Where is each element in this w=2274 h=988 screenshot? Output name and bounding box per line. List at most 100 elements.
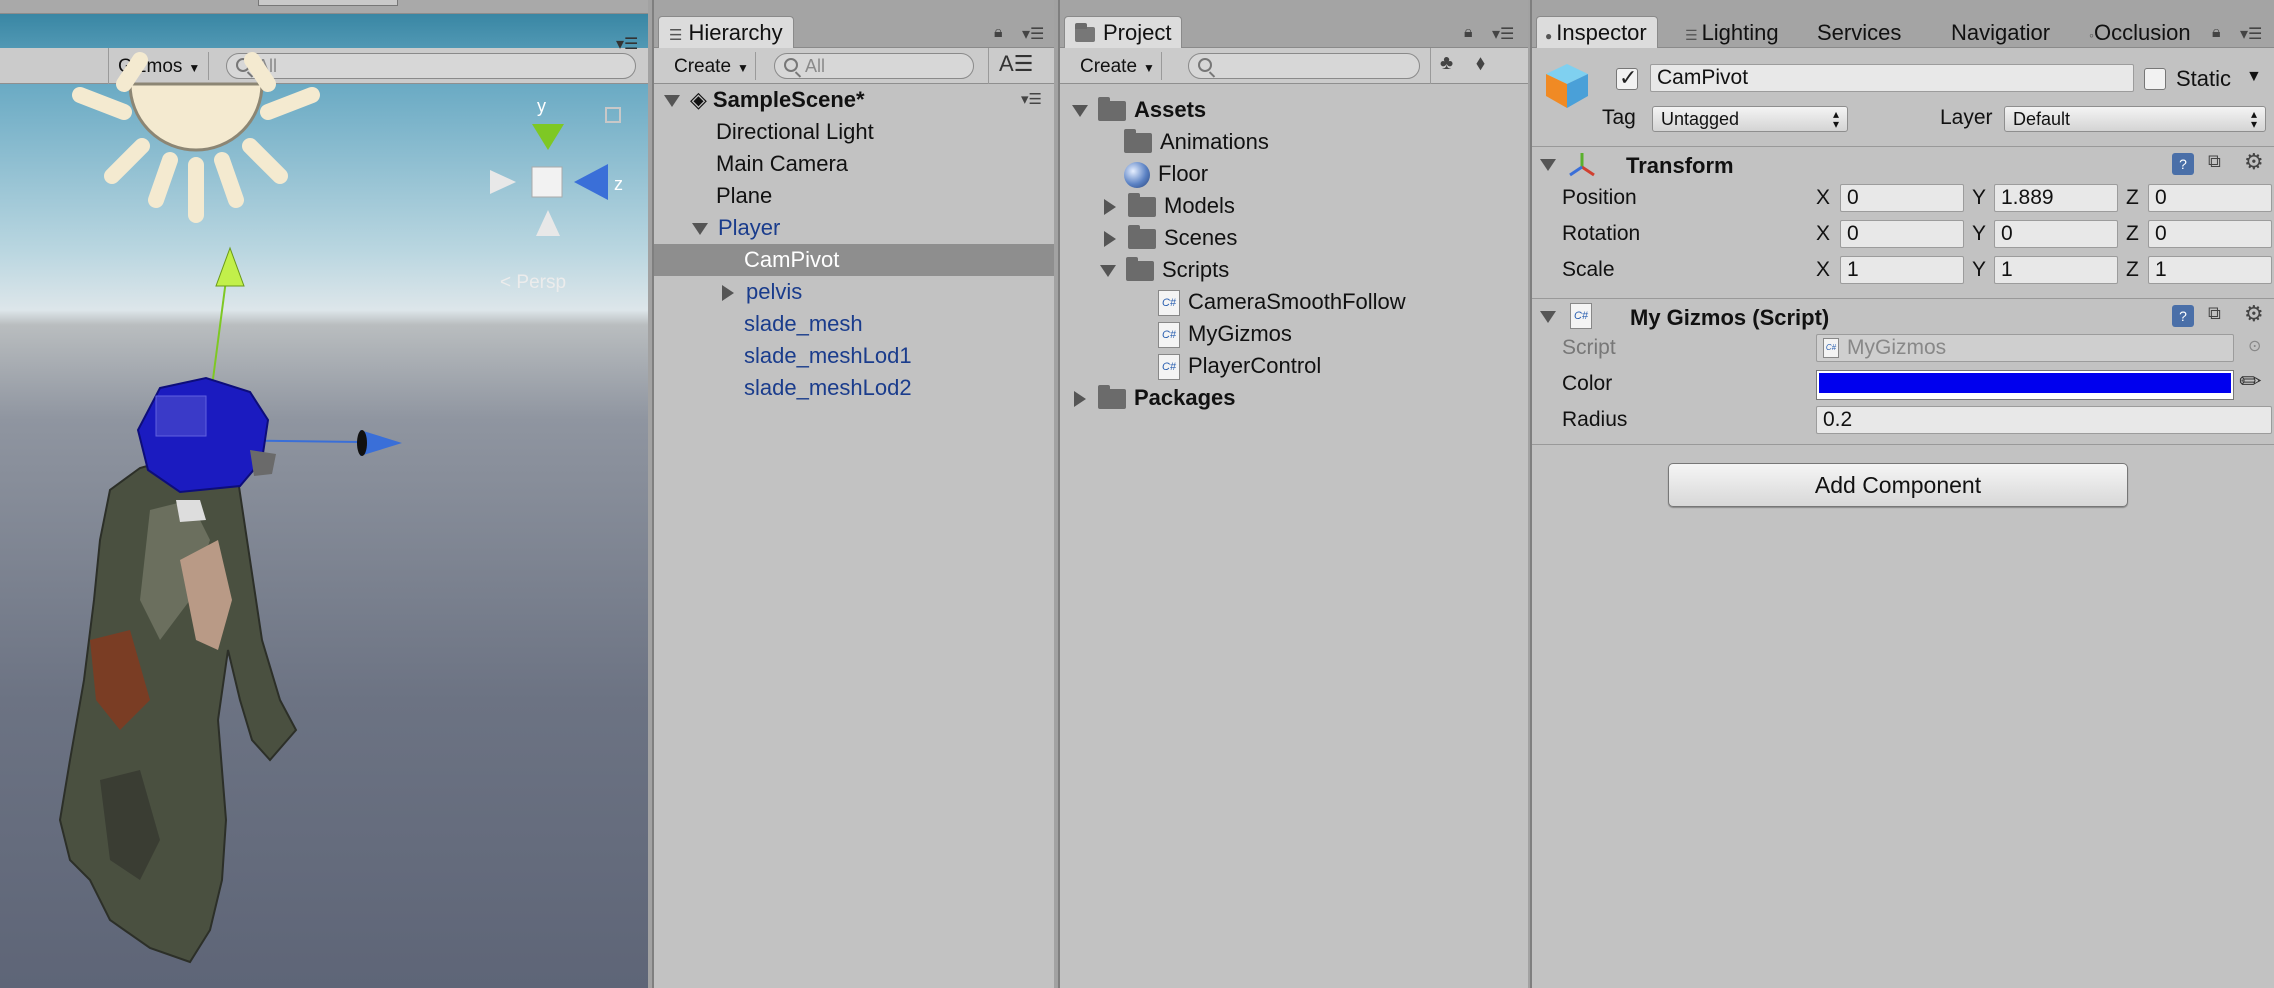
hierarchy-item[interactable]: Directional Light [654, 116, 1054, 148]
player-character-model[interactable] [58, 436, 298, 964]
layer-dropdown[interactable]: Default ▴ ▾ [2004, 106, 2266, 132]
color-field[interactable] [1816, 370, 2234, 400]
position-y-field[interactable]: 1.889 [1994, 184, 2118, 212]
tab-project[interactable]: Project [1064, 16, 1183, 48]
filter-by-label-icon[interactable]: ⬧ [1476, 52, 1485, 75]
hierarchy-item[interactable]: pelvis [654, 276, 1054, 308]
sort-order-icon[interactable]: A☰ [999, 51, 1033, 77]
position-z-field[interactable]: 0 [2148, 184, 2272, 212]
panel-menu-icon[interactable]: ▾☰ [1022, 24, 1044, 44]
expand-triangle-icon[interactable] [1074, 391, 1086, 408]
rotation-x-value: 0 [1847, 222, 1859, 245]
project-item-packages[interactable]: Packages [1060, 382, 1528, 414]
tab-inspector[interactable]: ● Inspector [1536, 16, 1658, 48]
tag-dropdown[interactable]: Untagged ▴ ▾ [1652, 106, 1848, 132]
scene-view[interactable]: Gizmos ▼ All ▾☰ y z < Persp [0, 0, 648, 988]
expand-triangle-icon[interactable] [1072, 105, 1088, 118]
create-dropdown[interactable]: Create ▼ [668, 52, 756, 80]
tab-occlusion[interactable]: ◦Occlusion [2078, 16, 2202, 48]
expand-triangle-icon[interactable] [722, 285, 734, 302]
rotation-x-field[interactable]: 0 [1840, 220, 1964, 248]
expand-triangle-icon[interactable] [664, 95, 680, 108]
collapse-triangle-icon[interactable] [1540, 311, 1556, 323]
hierarchy-item[interactable]: slade_meshLod1 [654, 340, 1054, 372]
project-tabstrip: Project 🔒︎ ▾☰ [1060, 0, 1528, 48]
rotation-z-value: 0 [2155, 222, 2167, 245]
eyedropper-icon[interactable]: ✎ [2232, 363, 2269, 400]
hierarchy-item-label: Plane [716, 183, 773, 208]
preset-sliders-icon[interactable]: ⧉ [2208, 303, 2221, 324]
persp-toggle[interactable]: < Persp [500, 272, 566, 294]
script-component-header[interactable]: C# My Gizmos (Script) ? ⧉ ⚙ [1532, 298, 2274, 334]
expand-triangle-icon[interactable] [1100, 265, 1116, 278]
scale-z-value: 1 [2155, 258, 2167, 281]
project-item[interactable]: Floor [1060, 158, 1528, 190]
radius-field[interactable]: 0.2 [1816, 406, 2272, 434]
radius-label: Radius [1562, 408, 1628, 431]
lighting-icon: ☰ [1685, 27, 1698, 43]
scale-y-field[interactable]: 1 [1994, 256, 2118, 284]
panel-menu-icon[interactable]: ▾☰ [2240, 24, 2262, 44]
orientation-gizmo[interactable] [490, 107, 621, 236]
static-checkbox[interactable] [2144, 68, 2166, 90]
scale-z-field[interactable]: 1 [2148, 256, 2272, 284]
x-label: X [1816, 258, 1831, 281]
preset-sliders-icon[interactable]: ⧉ [2208, 151, 2221, 172]
hierarchy-item[interactable]: slade_mesh [654, 308, 1054, 340]
hierarchy-search-input[interactable]: All [774, 53, 974, 79]
panel-menu-icon[interactable]: ▾☰ [1492, 24, 1514, 44]
transform-header[interactable]: Transform ? ⧉ ⚙ [1532, 146, 2274, 182]
project-item[interactable]: C# PlayerControl [1060, 350, 1528, 382]
tab-hierarchy[interactable]: ☰ Hierarchy [658, 16, 794, 48]
hierarchy-item[interactable]: Main Camera [654, 148, 1054, 180]
project-item[interactable]: Animations [1060, 126, 1528, 158]
expand-triangle-icon[interactable] [1104, 231, 1116, 248]
project-search-input[interactable] [1188, 53, 1420, 79]
position-x-field[interactable]: 0 [1840, 184, 1964, 212]
project-item-assets[interactable]: Assets [1060, 94, 1528, 126]
project-item[interactable]: Models [1060, 190, 1528, 222]
project-item-label: Scripts [1162, 257, 1230, 282]
project-item-label: PlayerControl [1188, 353, 1322, 378]
tab-project-label: Project [1103, 20, 1172, 45]
tab-lighting[interactable]: ☰ Lighting [1674, 16, 1790, 48]
hierarchy-search-placeholder: All [805, 56, 826, 76]
scale-label: Scale [1562, 258, 1615, 281]
tab-hierarchy-label: Hierarchy [688, 20, 783, 45]
rotation-z-field[interactable]: 0 [2148, 220, 2272, 248]
expand-triangle-icon[interactable] [692, 223, 708, 236]
static-dropdown-icon[interactable]: ▼ [2246, 68, 2262, 86]
tab-navigation[interactable]: Navigatior [1940, 16, 2061, 48]
lock-icon[interactable]: 🔒︎ [2212, 24, 2221, 42]
filter-by-type-icon[interactable]: ♣ [1440, 52, 1453, 75]
help-book-icon[interactable]: ? [2172, 305, 2194, 327]
lock-icon[interactable]: 🔒︎ [1464, 24, 1473, 42]
hierarchy-item-player[interactable]: Player [654, 212, 1054, 244]
tag-label: Tag [1602, 106, 1636, 129]
hierarchy-scene-row[interactable]: ◈ SampleScene* ▾☰ [654, 84, 1054, 116]
gear-icon[interactable]: ⚙ [2244, 301, 2264, 327]
active-checkbox[interactable] [1616, 65, 1638, 91]
inspector-tabstrip: ● Inspector ☰ Lighting Services Navigatior… [1532, 0, 2274, 48]
scale-x-field[interactable]: 1 [1840, 256, 1964, 284]
help-book-icon[interactable]: ? [2172, 153, 2194, 175]
expand-triangle-icon[interactable] [1104, 199, 1116, 216]
project-item[interactable]: C# MyGizmos [1060, 318, 1528, 350]
scene-menu-icon[interactable]: ▾☰ [1021, 84, 1042, 116]
tab-services[interactable]: Services [1806, 16, 1912, 48]
gear-icon[interactable]: ⚙ [2244, 149, 2264, 175]
project-item[interactable]: Scripts [1060, 254, 1528, 286]
project-item[interactable]: Scenes [1060, 222, 1528, 254]
rotation-y-field[interactable]: 0 [1994, 220, 2118, 248]
lock-icon[interactable]: 🔒︎ [994, 24, 1003, 42]
hierarchy-item-label: Main Camera [716, 151, 849, 176]
camera-pivot-gizmo-sphere[interactable] [136, 376, 276, 494]
hierarchy-item[interactable]: slade_meshLod2 [654, 372, 1054, 404]
object-name-field[interactable]: CamPivot [1650, 64, 2134, 92]
collapse-triangle-icon[interactable] [1540, 159, 1556, 171]
hierarchy-item-selected[interactable]: CamPivot [654, 244, 1054, 276]
hierarchy-item[interactable]: Plane [654, 180, 1054, 212]
create-dropdown[interactable]: Create ▼ [1074, 52, 1162, 80]
project-item[interactable]: C# CameraSmoothFollow [1060, 286, 1528, 318]
add-component-button[interactable]: Add Component [1668, 463, 2128, 507]
